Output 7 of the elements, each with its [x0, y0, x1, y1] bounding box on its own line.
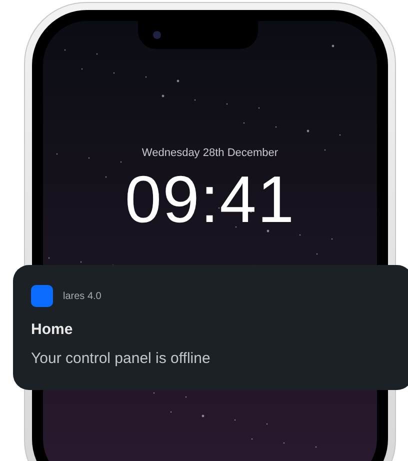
date-text: Wednesday 28th December: [142, 146, 278, 161]
notification-message: Your control panel is offline: [31, 348, 212, 368]
app-icon: [31, 285, 53, 307]
notification-card[interactable]: lares 4.0 Home Your control panel is offline: [13, 265, 408, 390]
notification-title: Home: [31, 320, 74, 340]
app-name: lares 4.0: [63, 290, 102, 304]
clock-time: 09:41: [124, 162, 296, 236]
